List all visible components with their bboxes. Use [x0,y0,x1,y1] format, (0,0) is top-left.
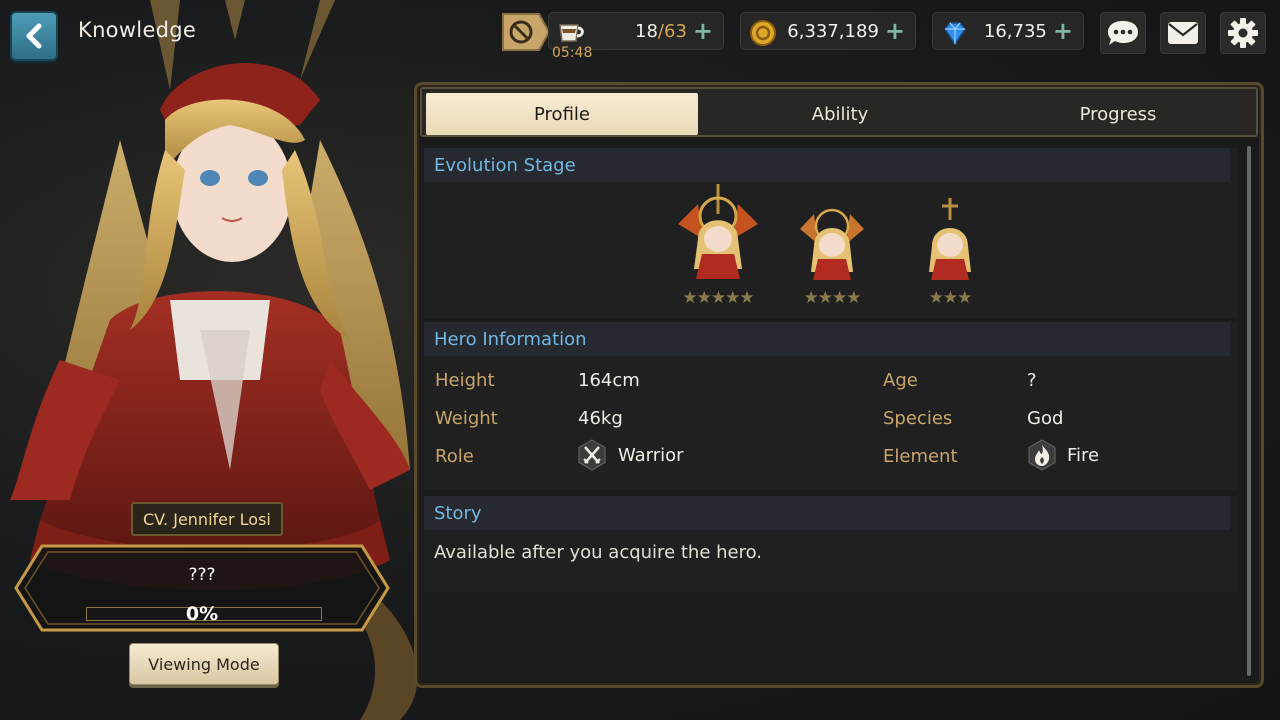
evolution-stars: ★★★★ [803,288,862,308]
gem-counter[interactable]: 16,735 + [932,12,1084,50]
age-value: ? [1027,370,1037,391]
mail-button[interactable] [1160,12,1206,54]
height-value: 164cm [578,370,640,391]
section-title: Hero Information [424,322,1230,356]
element-label: Element [883,446,958,467]
gold-coin-icon [749,19,777,51]
envelope-icon [1168,22,1198,44]
height-label: Height [435,370,495,391]
species-label: Species [883,408,953,429]
evolution-stars: ★★★ [928,288,973,308]
stamina-timer: 05:48 [552,45,593,61]
hero-chibi-5star-icon [678,184,758,279]
chat-bubble-icon [1108,21,1138,45]
tab-profile[interactable]: Profile [426,93,698,135]
evolution-section: Evolution Stage ★★★★★ ★★★★ ★★★ [424,148,1238,318]
gear-icon [1228,18,1258,48]
story-section: Story Available after you acquire the he… [424,496,1238,592]
crossed-swords-icon [578,439,606,471]
chat-button[interactable] [1100,12,1146,54]
age-label: Age [883,370,918,391]
role-label: Role [435,446,474,467]
hero-chibi-3star-icon [929,198,971,280]
weight-label: Weight [435,408,498,429]
tab-progress[interactable]: Progress [982,93,1254,135]
stamina-current: 18 [635,20,658,42]
add-stamina-button[interactable]: + [693,19,713,43]
chevron-left-icon [26,23,42,49]
page-title: Knowledge [78,18,197,42]
diamond-icon [941,19,969,51]
stamina-icon-tag [501,12,551,52]
add-gold-button[interactable]: + [885,19,905,43]
role-value: Warrior [618,445,684,466]
hero-chibi-4star-icon [800,208,864,280]
settings-button[interactable] [1220,12,1266,54]
weight-value: 46kg [578,408,623,429]
add-gems-button[interactable]: + [1053,19,1073,43]
section-title: Story [424,496,1230,530]
evolution-stage-3star[interactable]: ★★★ [900,184,1000,308]
species-value: God [1027,408,1064,429]
flame-icon [1028,439,1056,471]
section-title: Evolution Stage [424,148,1230,182]
gold-counter[interactable]: 6,337,189 + [740,12,916,50]
tab-ability[interactable]: Ability [704,93,976,135]
evolution-stars: ★★★★★ [682,288,754,308]
tab-bar: Profile Ability Progress [420,87,1258,137]
story-text: Available after you acquire the hero. [434,542,763,563]
scrollbar-thumb[interactable] [1247,146,1251,676]
viewing-mode-button[interactable]: Viewing Mode [129,643,279,685]
stamina-max: /63 [657,20,687,42]
hero-mystery-label: ??? [188,565,216,585]
element-value: Fire [1067,445,1100,466]
gem-amount: 16,735 [983,20,1047,42]
back-button[interactable] [10,11,58,61]
evolution-stage-5star[interactable]: ★★★★★ [668,184,768,308]
collection-progress-percent: 0% [185,603,219,625]
gold-amount: 6,337,189 [787,20,879,42]
evolution-stage-4star[interactable]: ★★★★ [782,184,882,308]
hero-information-section: Hero Information Height 164cm Weight 46k… [424,322,1238,490]
voice-actor-badge: CV. Jennifer Losi [131,502,283,536]
